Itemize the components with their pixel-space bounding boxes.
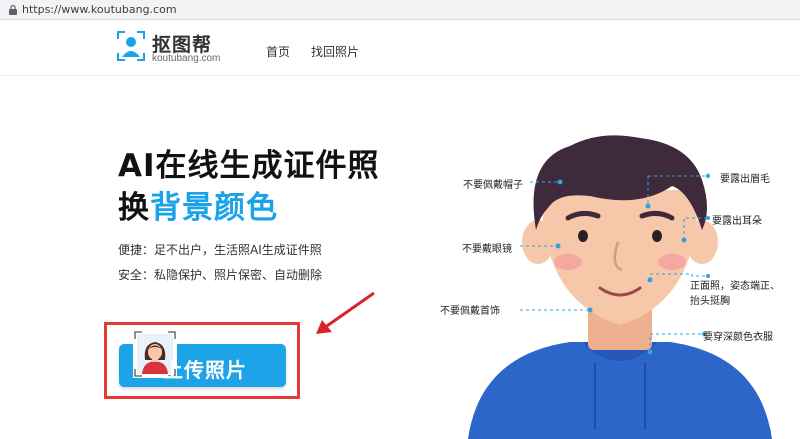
logo-icon xyxy=(117,31,145,61)
logo-subtitle: koutubang.com xyxy=(152,53,221,64)
annotation-no-hat: 不要佩戴帽子 xyxy=(463,180,523,191)
annotation-no-jewelry: 不要佩戴首饰 xyxy=(440,306,500,317)
red-arrow-icon xyxy=(316,291,375,334)
nav-find-photo-link[interactable]: 找回照片 xyxy=(311,43,359,60)
feature-convenience: 便捷：足不出户，生活照AI生成证件照 xyxy=(118,243,322,257)
site-header: 抠图帮 koutubang.com 首页 找回照片 xyxy=(0,20,800,76)
feature-security: 安全：私隐保护、照片保密、自动删除 xyxy=(118,268,323,282)
hero-title-highlight: 背景颜色 xyxy=(150,190,278,226)
url-text[interactable]: https://www.koutubang.com xyxy=(22,3,177,16)
annotation-front-pose-line1: 正面照，姿态端正、 xyxy=(690,281,780,292)
lock-icon xyxy=(9,4,17,15)
hero-title-line2: 换背景颜色 xyxy=(118,182,278,227)
hero-title-line1: AI在线生成证件照 xyxy=(118,148,380,184)
hero-title-prefix: 换 xyxy=(118,190,150,226)
annotation-show-eyebrows: 要露出眉毛 xyxy=(720,174,770,185)
annotation-front-pose-line2: 抬头挺胸 xyxy=(690,296,730,307)
annotation-dark-clothes: 要穿深颜色衣服 xyxy=(703,332,773,343)
annotation-no-glasses: 不要戴眼镜 xyxy=(462,244,512,255)
upload-photo-label[interactable]: 上传照片 xyxy=(163,354,247,383)
annotation-show-ears: 要露出耳朵 xyxy=(712,216,762,227)
nav-home-link[interactable]: 首页 xyxy=(266,43,290,60)
browser-address-bar[interactable]: https://www.koutubang.com xyxy=(0,0,800,20)
